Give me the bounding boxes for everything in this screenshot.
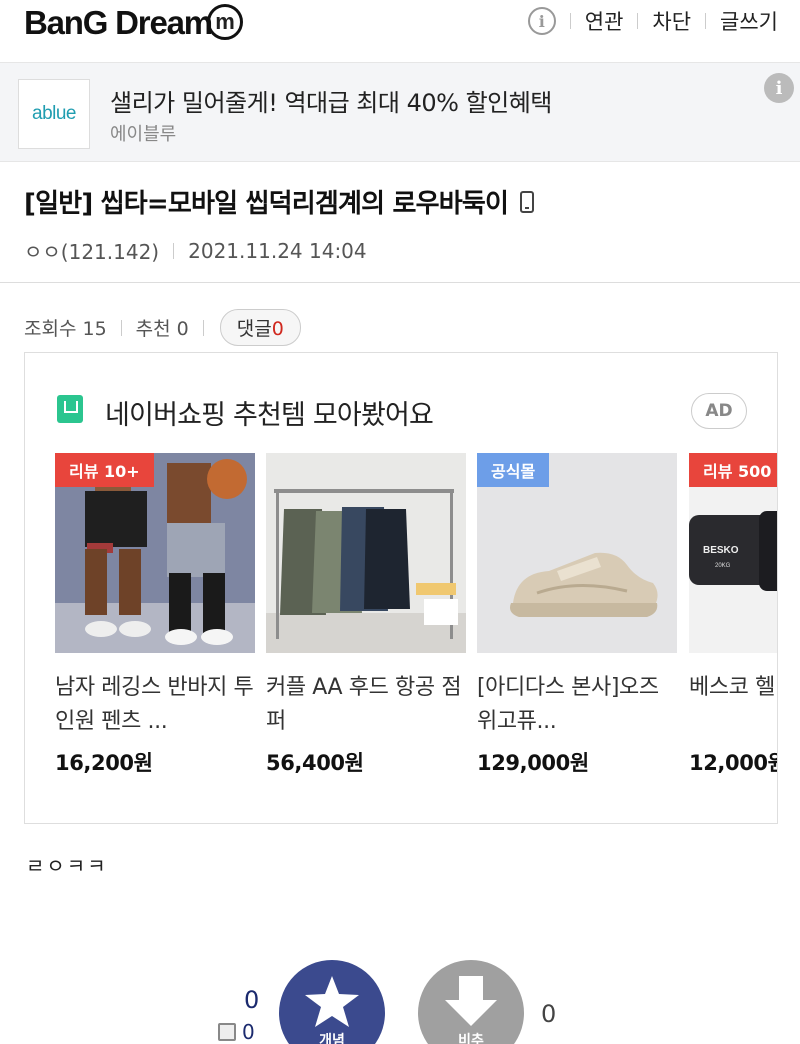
post-title: [일반] 씹타=모바일 씹덕리겜계의 로우바둑이 xyxy=(24,183,535,220)
fixed-user-icon xyxy=(218,1023,236,1041)
divider xyxy=(173,242,175,259)
ad-info-icon[interactable]: i xyxy=(764,73,794,103)
comments-button[interactable]: 댓글0 xyxy=(219,309,301,346)
product-image[interactable]: BESKO 20KG 리뷰 500 xyxy=(689,453,777,653)
minor-gallery-badge-icon: m xyxy=(207,4,243,40)
mobile-phone-icon xyxy=(520,190,535,213)
product-badge: 공식몰 xyxy=(477,453,550,487)
dumbbell-brand-print: BESKO xyxy=(703,545,739,556)
product-price: 56,400원 xyxy=(266,751,364,775)
product-badge: 리뷰 500 xyxy=(689,453,777,487)
product-image[interactable]: 공식몰 xyxy=(477,453,677,653)
vote-area: 0 0 개념 비추 0 xyxy=(0,950,800,1044)
divider xyxy=(120,319,122,336)
star-icon xyxy=(305,976,359,1027)
comments-count: 0 xyxy=(271,318,284,340)
fixed-upvote-count: 0 xyxy=(218,1020,255,1044)
post-title-text: [일반] 씹타=모바일 씹덕리겜계의 로우바둑이 xyxy=(24,189,509,219)
product-name[interactable]: 남자 레깅스 반바지 투인원 펜츠 ... xyxy=(55,671,255,739)
product-badge: 리뷰 10+ xyxy=(55,453,154,487)
post-datetime: 2021.11.24 14:04 xyxy=(188,238,367,263)
product-price: 129,000원 xyxy=(477,751,589,775)
upvote-button[interactable]: 개념 xyxy=(279,960,385,1044)
product-name[interactable]: [아디다스 본사]오즈위고퓨... xyxy=(477,671,677,739)
divider xyxy=(202,319,204,336)
product-image[interactable] xyxy=(266,453,466,653)
downvote-label: 비추 xyxy=(458,1033,484,1044)
info-icon[interactable]: i xyxy=(527,7,556,35)
advertiser-logo: ablue xyxy=(18,79,90,149)
product-name[interactable]: 베스코 헬 레탄 덤벨 xyxy=(689,671,777,705)
post-meta: ㅇㅇ(121.142) 2021.11.24 14:04 xyxy=(24,236,367,265)
post-author[interactable]: ㅇㅇ(121.142) xyxy=(24,236,159,265)
upvote-label: 개념 xyxy=(319,1033,345,1044)
product-image[interactable]: 리뷰 10+ xyxy=(55,453,255,653)
block-button[interactable]: 차단 xyxy=(652,6,691,36)
down-arrow-icon xyxy=(445,976,497,1026)
divider xyxy=(0,282,800,283)
post-stats: 조회수 15 추천 0 댓글0 xyxy=(24,309,301,346)
product-price: 16,200원 xyxy=(55,751,153,775)
shopping-widget: 네이버쇼핑 추천템 모아봤어요 AD 리뷰 10+ 남자 레깅스 반바지 투인원… xyxy=(24,352,778,824)
divider xyxy=(637,13,639,29)
product-carousel[interactable]: 리뷰 10+ 남자 레깅스 반바지 투인원 펜츠 ... 16,200원 커플 … xyxy=(55,453,778,813)
gallery-title[interactable]: BanG Dream xyxy=(24,4,213,42)
ad-advertiser: 에이블루 xyxy=(110,124,177,145)
write-button[interactable]: 글쓰기 xyxy=(720,6,778,36)
related-button[interactable]: 연관 xyxy=(585,6,624,36)
ad-headline[interactable]: 샐리가 밀어줄게! 역대급 최대 40% 할인혜택 xyxy=(110,83,552,118)
view-count: 조회수 15 xyxy=(24,318,107,340)
top-header: BanG Dream m i 연관 차단 글쓰기 xyxy=(0,0,800,62)
shopping-bag-icon xyxy=(57,395,83,423)
recommend-count: 추천 0 xyxy=(135,318,189,340)
upvote-count: 0 xyxy=(244,986,260,1014)
dumbbell-weight-print: 20KG xyxy=(715,563,731,569)
downvote-count: 0 xyxy=(541,1000,557,1028)
divider xyxy=(705,13,707,29)
product-name[interactable]: 커플 AA 후드 항공 점퍼 xyxy=(266,671,466,739)
ad-tag[interactable]: AD xyxy=(691,393,747,429)
ad-banner[interactable]: ablue 샐리가 밀어줄게! 역대급 최대 40% 할인혜택 에이블루 i xyxy=(0,62,800,162)
header-actions: i 연관 차단 글쓰기 xyxy=(527,6,778,36)
divider xyxy=(569,13,571,29)
shopping-title: 네이버쇼핑 추천템 모아봤어요 xyxy=(105,400,434,431)
fixed-upvote-value: 0 xyxy=(242,1020,255,1044)
downvote-button[interactable]: 비추 xyxy=(418,960,524,1044)
comments-label: 댓글 xyxy=(236,318,272,340)
product-price: 12,000원 xyxy=(689,751,778,775)
post-body: ㄹㅇㅋㅋ xyxy=(26,854,108,878)
